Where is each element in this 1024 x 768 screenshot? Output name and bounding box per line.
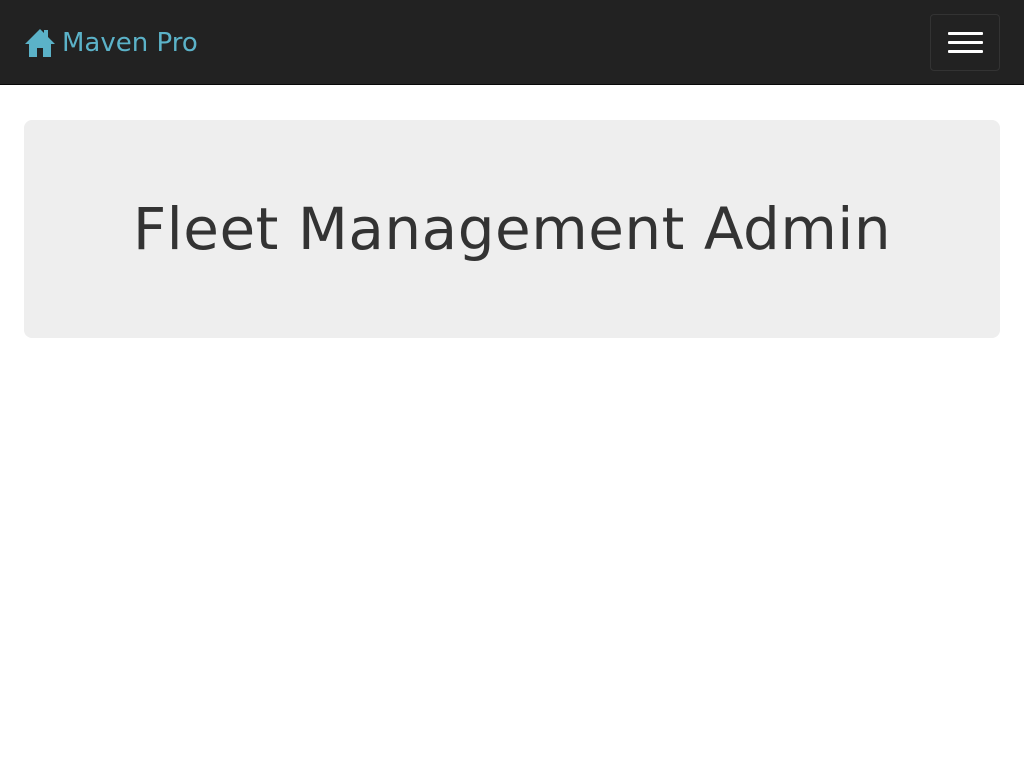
page-title: Fleet Management Admin [132, 195, 892, 263]
brand-link[interactable]: Maven Pro [24, 26, 198, 60]
home-icon [24, 27, 56, 59]
hamburger-bar [948, 32, 983, 35]
hamburger-bar [948, 50, 983, 53]
hamburger-bar [948, 41, 983, 44]
navbar-toggle-button[interactable] [930, 14, 1000, 71]
navbar: Maven Pro [0, 0, 1024, 85]
jumbotron: Fleet Management Admin [24, 120, 1000, 338]
brand-label: Maven Pro [62, 28, 198, 58]
